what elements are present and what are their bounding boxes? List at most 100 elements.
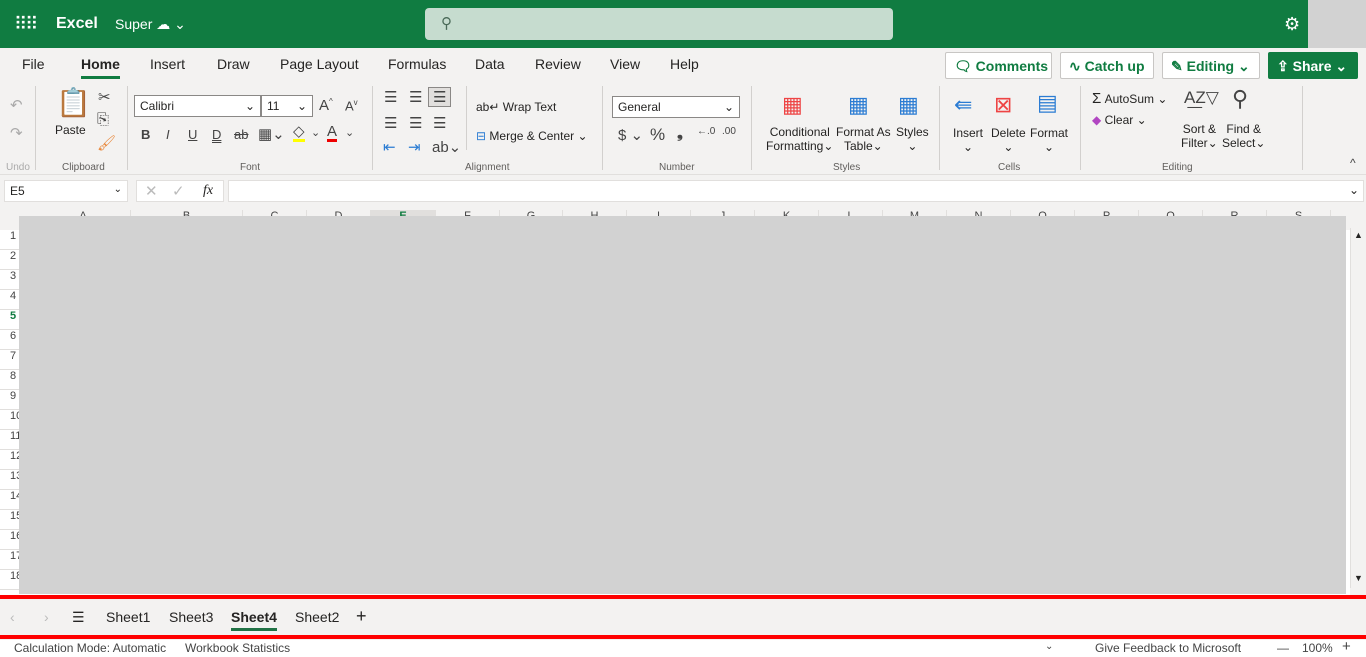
merge-center-button[interactable]: ⊟ Merge & Center ⌄ bbox=[476, 129, 588, 143]
strikethrough-icon[interactable]: ab bbox=[234, 127, 248, 142]
percent-icon[interactable]: % bbox=[650, 125, 665, 145]
insert-cells-button[interactable]: Insert ⌄ bbox=[953, 126, 983, 154]
tab-insert[interactable]: Insert bbox=[150, 56, 185, 72]
undo-icon[interactable]: ↶ bbox=[10, 96, 23, 114]
chevron-down-icon[interactable]: ⌄ bbox=[1045, 641, 1053, 652]
app-launcher-icon[interactable]: ⠿⠿ bbox=[14, 14, 38, 35]
cell-styles-button[interactable]: Styles ⌄ bbox=[896, 125, 929, 153]
currency-icon[interactable]: $ ⌄ bbox=[618, 126, 643, 144]
format-as-table-button[interactable]: Format As Table⌄ bbox=[836, 125, 891, 153]
grow-font-icon[interactable]: A^ bbox=[319, 97, 333, 114]
find-select-button[interactable]: Find & Select⌄ bbox=[1222, 122, 1265, 150]
paste-icon[interactable]: 📋 bbox=[56, 86, 91, 119]
insert-function-icon[interactable]: fx bbox=[203, 183, 213, 199]
borders-icon[interactable]: ▦⌄ bbox=[258, 125, 285, 143]
delete-cells-button[interactable]: Delete ⌄ bbox=[991, 126, 1026, 154]
sheet-tab-sheet2[interactable]: Sheet2 bbox=[295, 609, 339, 625]
autosum-button[interactable]: Σ AutoSum ⌄ bbox=[1092, 90, 1167, 107]
number-format-select[interactable]: General ⌄ bbox=[612, 96, 740, 118]
fill-color-icon[interactable]: ◇ bbox=[293, 124, 305, 142]
align-right-icon[interactable]: ☰ bbox=[433, 114, 446, 132]
decrease-decimal-icon[interactable]: .00 bbox=[722, 126, 736, 137]
tab-data[interactable]: Data bbox=[475, 56, 505, 72]
format-painter-icon[interactable]: 🖌 bbox=[97, 134, 116, 152]
font-name-value: Calibri bbox=[140, 99, 175, 113]
wrap-text-button[interactable]: ab↵ Wrap Text bbox=[476, 100, 556, 114]
tab-file[interactable]: File bbox=[22, 56, 45, 72]
sheet-tab-sheet4[interactable]: Sheet4 bbox=[231, 609, 277, 631]
merge-label: Merge & Center bbox=[489, 129, 575, 143]
font-color-icon[interactable]: A bbox=[327, 124, 338, 142]
paste-button[interactable]: Paste bbox=[55, 123, 86, 137]
chevron-down-icon[interactable]: ⌄ bbox=[311, 126, 320, 139]
orientation-icon[interactable]: ab⌄ bbox=[432, 138, 461, 156]
zoom-in-icon[interactable]: + bbox=[1342, 638, 1351, 655]
catch-up-button[interactable]: ∿ Catch up bbox=[1060, 52, 1154, 79]
share-button[interactable]: ⇪ Share ⌄ bbox=[1268, 52, 1358, 79]
add-sheet-icon[interactable]: + bbox=[356, 606, 367, 627]
align-left-icon[interactable]: ☰ bbox=[384, 114, 397, 132]
clear-button[interactable]: ◆ Clear ⌄ bbox=[1092, 113, 1147, 127]
calculation-mode[interactable]: Calculation Mode: Automatic bbox=[14, 641, 166, 655]
tab-view[interactable]: View bbox=[610, 56, 640, 72]
format-as-table-icon: ▦ bbox=[848, 92, 869, 117]
align-middle-icon[interactable]: ☰ bbox=[409, 88, 422, 106]
sheet-tab-sheet3[interactable]: Sheet3 bbox=[169, 609, 213, 625]
document-name[interactable]: Super ☁ ⌄ bbox=[115, 16, 186, 33]
decrease-indent-icon[interactable]: ⇤ bbox=[383, 138, 396, 156]
formula-input[interactable]: ⌄ bbox=[228, 180, 1364, 202]
tab-help[interactable]: Help bbox=[670, 56, 699, 72]
tab-formulas[interactable]: Formulas bbox=[388, 56, 446, 72]
italic-icon[interactable]: I bbox=[166, 127, 170, 142]
cancel-icon[interactable]: ✕ bbox=[145, 182, 158, 200]
font-name-select[interactable]: Calibri ⌄ bbox=[134, 95, 261, 117]
cond-label-2: Formatting bbox=[766, 139, 824, 153]
fat-label-2: Table bbox=[843, 139, 873, 153]
app-name[interactable]: Excel bbox=[56, 15, 98, 33]
status-bar: Calculation Mode: Automatic Workbook Sta… bbox=[0, 638, 1366, 657]
enter-check-icon[interactable]: ✓ bbox=[172, 182, 185, 200]
tab-home[interactable]: Home bbox=[81, 56, 120, 79]
workbook-statistics[interactable]: Workbook Statistics bbox=[185, 641, 290, 655]
tab-page-layout[interactable]: Page Layout bbox=[280, 56, 359, 72]
sheet-tab-sheet1[interactable]: Sheet1 bbox=[106, 609, 150, 625]
next-sheet-icon[interactable]: › bbox=[44, 609, 49, 625]
increase-decimal-icon[interactable]: ←.0 bbox=[697, 126, 715, 137]
bold-icon[interactable]: B bbox=[141, 127, 150, 142]
vertical-scrollbar[interactable]: ▲ ▼ bbox=[1350, 228, 1366, 588]
name-box[interactable]: E5 ⌄ bbox=[4, 180, 128, 202]
sort-filter-button[interactable]: Sort & Filter⌄ bbox=[1181, 122, 1218, 150]
tab-draw[interactable]: Draw bbox=[217, 56, 250, 72]
search-input[interactable]: ⚲ bbox=[425, 8, 893, 40]
copy-icon[interactable]: ⎘ bbox=[97, 111, 109, 128]
shrink-font-icon[interactable]: Av bbox=[345, 98, 358, 113]
sort-label-1: Sort & bbox=[1182, 122, 1217, 136]
avatar[interactable] bbox=[1308, 0, 1366, 48]
cut-icon[interactable]: ✂ bbox=[98, 88, 111, 106]
underline-icon[interactable]: U bbox=[188, 127, 197, 142]
chevron-down-icon[interactable]: ⌄ bbox=[345, 126, 354, 139]
comma-style-icon[interactable]: ❟ bbox=[677, 125, 683, 142]
prev-sheet-icon[interactable]: ‹ bbox=[10, 609, 15, 625]
redo-icon[interactable]: ↷ bbox=[10, 124, 23, 142]
share-label: Share bbox=[1292, 58, 1332, 74]
zoom-level[interactable]: 100% bbox=[1302, 641, 1333, 655]
double-underline-icon[interactable]: D bbox=[212, 127, 221, 142]
tab-review[interactable]: Review bbox=[535, 56, 581, 72]
conditional-formatting-button[interactable]: Conditional Formatting⌄ bbox=[766, 125, 833, 153]
font-size-select[interactable]: 11 ⌄ bbox=[261, 95, 313, 117]
feedback-link[interactable]: Give Feedback to Microsoft bbox=[1095, 641, 1241, 655]
comments-button[interactable]: 🗨 Comments bbox=[945, 52, 1052, 79]
zoom-out-icon[interactable]: — bbox=[1277, 641, 1289, 655]
sheet-tab-bar: ‹ › ☰ Sheet1 Sheet3 Sheet4 Sheet2 + bbox=[0, 600, 1366, 636]
settings-gear-icon[interactable]: ⚙ bbox=[1284, 14, 1300, 35]
align-top-icon[interactable]: ☰ bbox=[384, 88, 397, 106]
expand-formula-icon[interactable]: ⌄ bbox=[1349, 183, 1359, 197]
increase-indent-icon[interactable]: ⇥ bbox=[408, 138, 421, 156]
format-cells-button[interactable]: Format ⌄ bbox=[1030, 126, 1068, 154]
align-bottom-icon[interactable]: ☰ bbox=[428, 87, 452, 107]
collapse-ribbon-icon[interactable]: ^ bbox=[1350, 156, 1356, 170]
align-center-icon[interactable]: ☰ bbox=[409, 114, 422, 132]
editing-mode-button[interactable]: ✎ Editing ⌄ bbox=[1162, 52, 1260, 79]
all-sheets-menu-icon[interactable]: ☰ bbox=[72, 609, 85, 626]
